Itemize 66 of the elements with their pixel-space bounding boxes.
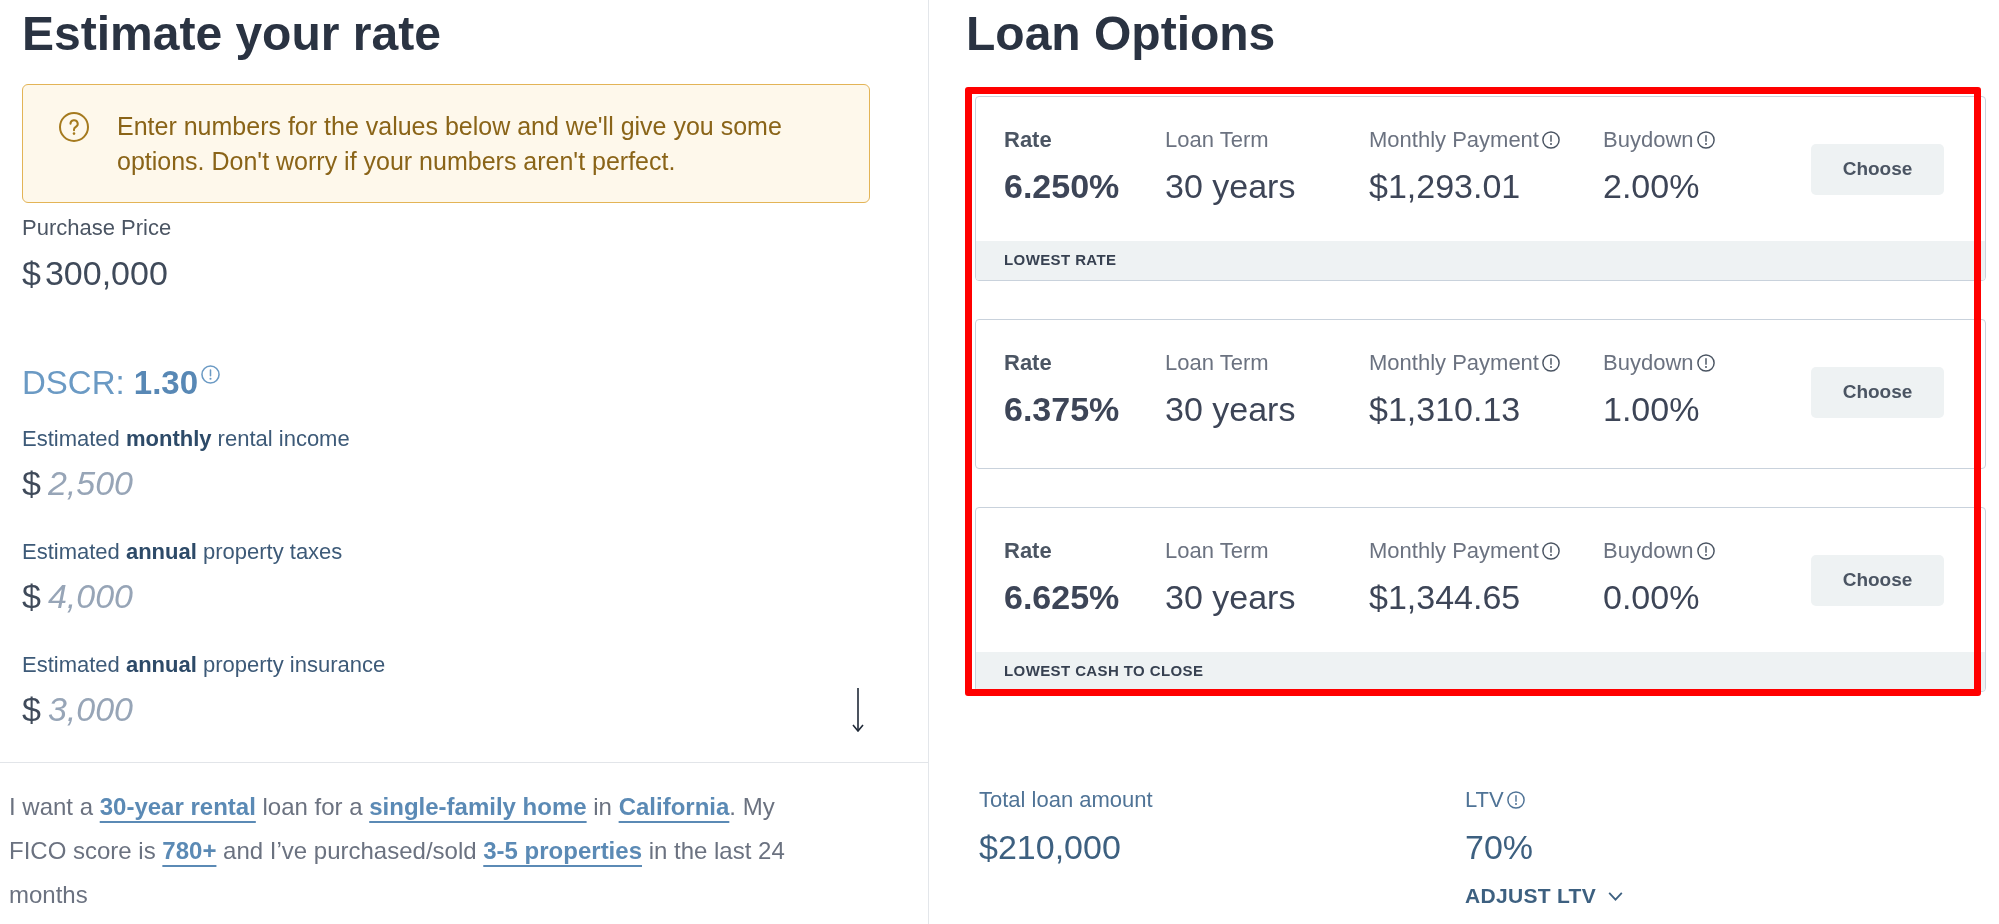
section-title: Estimate your rate — [22, 6, 441, 62]
column-value: 1.00% — [1603, 389, 1701, 429]
currency-symbol: $ — [22, 463, 41, 503]
column-label: Monthly Payment — [1369, 537, 1539, 565]
info-icon[interactable] — [1541, 354, 1560, 372]
section-title: Loan Options — [966, 6, 1276, 62]
column-value: 0.00% — [1603, 577, 1701, 617]
option-tag: LOWEST RATE — [976, 241, 1985, 280]
column-value: 30 years — [1165, 389, 1297, 429]
summary-link[interactable]: 780+ — [162, 837, 217, 864]
currency-symbol: $ — [22, 576, 41, 616]
column-value: 30 years — [1165, 166, 1297, 206]
column-label: Buydown — [1603, 537, 1694, 565]
summary-link[interactable]: single-family home — [369, 793, 587, 820]
info-icon[interactable] — [1541, 131, 1560, 149]
field-label: Estimated annual property insurance — [22, 651, 386, 679]
column-value: $1,293.01 — [1369, 166, 1522, 206]
choose-button[interactable]: Choose — [1811, 554, 1944, 606]
currency-symbol: $ — [22, 689, 41, 729]
column-label: Rate — [1004, 349, 1052, 377]
price-input[interactable]: 300,000 — [44, 253, 245, 293]
choose-button[interactable]: Choose — [1811, 366, 1944, 418]
column-label: Buydown — [1603, 349, 1694, 377]
chevron-down-icon — [1607, 891, 1623, 901]
currency-symbol: $ — [22, 253, 41, 293]
loan-summary-text: I want a 30-year rental loan for a single-family home in California. My FICO score is 780+ and I’ve purchased/sold 3-5 properties in the last 24 months — [8, 792, 786, 910]
info-icon[interactable] — [1541, 542, 1560, 560]
column-value: 6.625% — [1004, 577, 1121, 617]
amount-input[interactable]: 3,000 — [47, 689, 248, 729]
stat-label: LTV — [1465, 786, 1504, 814]
column-label: Rate — [1004, 537, 1052, 565]
summary-link[interactable]: 30-year rental — [99, 793, 256, 820]
column-value: $1,310.13 — [1369, 389, 1522, 429]
column-label: Loan Term — [1165, 126, 1269, 154]
field-label: Estimated monthly rental income — [22, 425, 350, 453]
column-value: $1,344.65 — [1369, 577, 1522, 617]
column-value: 6.375% — [1004, 389, 1121, 429]
adjust-ltv-button[interactable]: ADJUST LTV — [1465, 882, 1623, 910]
field-label: Purchase Price — [22, 214, 172, 242]
info-icon[interactable] — [1696, 131, 1715, 149]
column-value: 6.250% — [1004, 166, 1121, 206]
column-label: Monthly Payment — [1369, 126, 1539, 154]
amount-input[interactable]: 4,000 — [47, 576, 248, 616]
info-icon[interactable] — [1506, 791, 1525, 809]
column-value: 30 years — [1165, 577, 1297, 617]
down-arrow-icon — [852, 688, 864, 732]
info-icon[interactable] — [1696, 354, 1715, 372]
stat-label: Total loan amount — [979, 786, 1153, 814]
column-label: Rate — [1004, 126, 1052, 154]
column-value: 2.00% — [1603, 166, 1701, 206]
stat-value: 70% — [1465, 827, 1534, 867]
column-label: Buydown — [1603, 126, 1694, 154]
notice-text: Enter numbers for the values below and we'll give you some options. Don't worry if your numbers aren't perfect. — [117, 111, 783, 177]
help-icon — [59, 112, 89, 142]
column-label: Monthly Payment — [1369, 349, 1539, 377]
dscr-ratio: DSCR: 1.30 — [22, 363, 199, 403]
info-icon[interactable] — [1696, 542, 1715, 560]
stat-value: $210,000 — [979, 827, 1121, 867]
field-label: Estimated annual property taxes — [22, 538, 343, 566]
column-label: Loan Term — [1165, 349, 1269, 377]
amount-input[interactable]: 2,500 — [47, 463, 248, 503]
option-tag: LOWEST CASH TO CLOSE — [976, 652, 1985, 691]
summary-link[interactable]: California — [618, 793, 730, 820]
column-label: Loan Term — [1165, 537, 1269, 565]
choose-button[interactable]: Choose — [1811, 143, 1944, 195]
summary-link[interactable]: 3-5 properties — [483, 837, 642, 864]
